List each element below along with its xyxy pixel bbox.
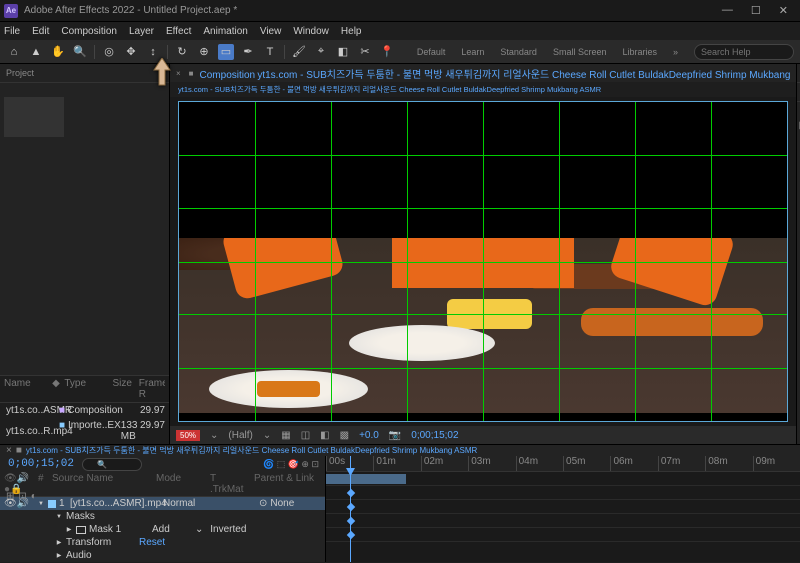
- project-thumbnail: [4, 97, 64, 137]
- workspace-more-icon[interactable]: »: [673, 47, 678, 57]
- project-panel-header[interactable]: Project: [0, 64, 169, 83]
- type-tool[interactable]: T: [262, 44, 278, 60]
- menu-help[interactable]: Help: [341, 26, 362, 37]
- workspace-libraries[interactable]: Libraries: [622, 47, 657, 57]
- composition-viewer[interactable]: [178, 101, 788, 422]
- minimize-button[interactable]: —: [722, 4, 733, 17]
- workspace-small[interactable]: Small Screen: [553, 47, 607, 57]
- pan-tool[interactable]: ✥: [123, 44, 139, 60]
- roto-tool[interactable]: ✂: [357, 44, 373, 60]
- hand-tool[interactable]: ✋: [50, 44, 66, 60]
- callout-arrow-icon: [152, 58, 172, 86]
- viewer-channel-icon[interactable]: ◧: [320, 430, 329, 441]
- viewer-mask-icon[interactable]: ◫: [301, 430, 310, 441]
- timeline-track-area[interactable]: 00s 01m 02m 03m 04m 05m 06m 07m 08m 09m: [326, 456, 800, 562]
- selection-tool[interactable]: ▲: [28, 44, 44, 60]
- menu-file[interactable]: File: [4, 26, 20, 37]
- maximize-button[interactable]: ☐: [751, 4, 761, 17]
- rectangle-tool[interactable]: ▭: [218, 44, 234, 60]
- timeline-mask[interactable]: ▶Mask 1Add⌄Inverted: [0, 523, 325, 536]
- workspace-default[interactable]: Default: [417, 47, 446, 57]
- menu-composition[interactable]: Composition: [61, 26, 117, 37]
- zoom-tool[interactable]: 🔍: [72, 44, 88, 60]
- composition-breadcrumb[interactable]: yt1s.com - SUB치즈가득 두툼한 - 불면 먹방 새우튀김까지 리얼…: [170, 82, 796, 97]
- timeline-transform-group[interactable]: ▶TransformReset: [0, 536, 325, 549]
- timeline-timecode[interactable]: 0;00;15;02: [0, 456, 82, 472]
- clone-tool[interactable]: ⌖: [313, 44, 329, 60]
- toggle-switches-icon[interactable]: ⊞: [6, 491, 14, 502]
- toolbar: ⌂ ▲ ✋ 🔍 ◎ ✥ ↕ ↻ ⊕ ▭ ✒ T 🖌 ⌖ ◧ ✂ 📍 Defaul…: [0, 40, 800, 64]
- motion-blur-icon[interactable]: ◐: [31, 491, 37, 502]
- project-item[interactable]: yt1s.co..R.mp4 ■ Importe..EX 133 MB 29.9…: [0, 418, 169, 444]
- col-frame[interactable]: Frame R: [139, 378, 165, 400]
- home-tool[interactable]: ⌂: [6, 44, 22, 60]
- timeline-audio-group[interactable]: ▶Audio: [0, 549, 325, 562]
- window-title: Adobe After Effects 2022 - Untitled Proj…: [24, 5, 722, 16]
- snapshot-icon[interactable]: 📷: [389, 430, 401, 441]
- pen-tool[interactable]: ✒: [240, 44, 256, 60]
- brush-tool[interactable]: 🖌: [291, 44, 307, 60]
- viewer-exposure[interactable]: +0.0: [359, 430, 379, 441]
- rotate-tool[interactable]: ↻: [174, 44, 190, 60]
- playhead[interactable]: [350, 456, 351, 562]
- col-label-icon[interactable]: ◆: [52, 378, 64, 400]
- viewer-transparency-icon[interactable]: ▩: [340, 430, 349, 441]
- puppet-tool[interactable]: 📍: [379, 44, 395, 60]
- menu-window[interactable]: Window: [293, 26, 329, 37]
- timeline-tab[interactable]: yt1s.com - SUB치즈가득 두툼한 - 불면 먹방 새우튀김까지 리얼…: [26, 445, 477, 456]
- menu-effect[interactable]: Effect: [166, 26, 191, 37]
- menu-bar: File Edit Composition Layer Effect Anima…: [0, 22, 800, 40]
- composition-tab: Composition yt1s.com - SUB치즈가득 두툼한 - 불면 …: [200, 66, 791, 81]
- menu-view[interactable]: View: [260, 26, 282, 37]
- app-icon: Ae: [4, 4, 18, 18]
- col-size[interactable]: Size: [113, 378, 139, 400]
- search-help-input[interactable]: [694, 44, 794, 60]
- frame-blend-icon[interactable]: ⊡: [18, 491, 26, 502]
- zoom-level[interactable]: 50%: [176, 430, 200, 441]
- col-name[interactable]: Name: [4, 378, 52, 400]
- viewer-timecode[interactable]: 0;00;15;02: [411, 430, 458, 441]
- eraser-tool[interactable]: ◧: [335, 44, 351, 60]
- workspace-learn[interactable]: Learn: [461, 47, 484, 57]
- col-type[interactable]: Type: [64, 378, 112, 400]
- menu-layer[interactable]: Layer: [129, 26, 154, 37]
- zoom-dropdown-icon[interactable]: ⌄: [210, 430, 218, 441]
- orbit-tool[interactable]: ◎: [101, 44, 117, 60]
- viewer-grid-icon[interactable]: ▦: [281, 430, 290, 441]
- timeline-search[interactable]: [82, 458, 142, 471]
- anchor-tool[interactable]: ⊕: [196, 44, 212, 60]
- workspace-standard[interactable]: Standard: [500, 47, 537, 57]
- menu-edit[interactable]: Edit: [32, 26, 49, 37]
- quality-dropdown-icon[interactable]: ⌄: [263, 430, 271, 441]
- close-button[interactable]: ✕: [779, 4, 788, 17]
- quality-selector[interactable]: (Half): [228, 430, 252, 441]
- timeline-masks-group[interactable]: ▼Masks: [0, 510, 325, 523]
- menu-animation[interactable]: Animation: [203, 26, 247, 37]
- project-item[interactable]: yt1s.co..ASMR ■ Composition 29.97: [0, 403, 169, 418]
